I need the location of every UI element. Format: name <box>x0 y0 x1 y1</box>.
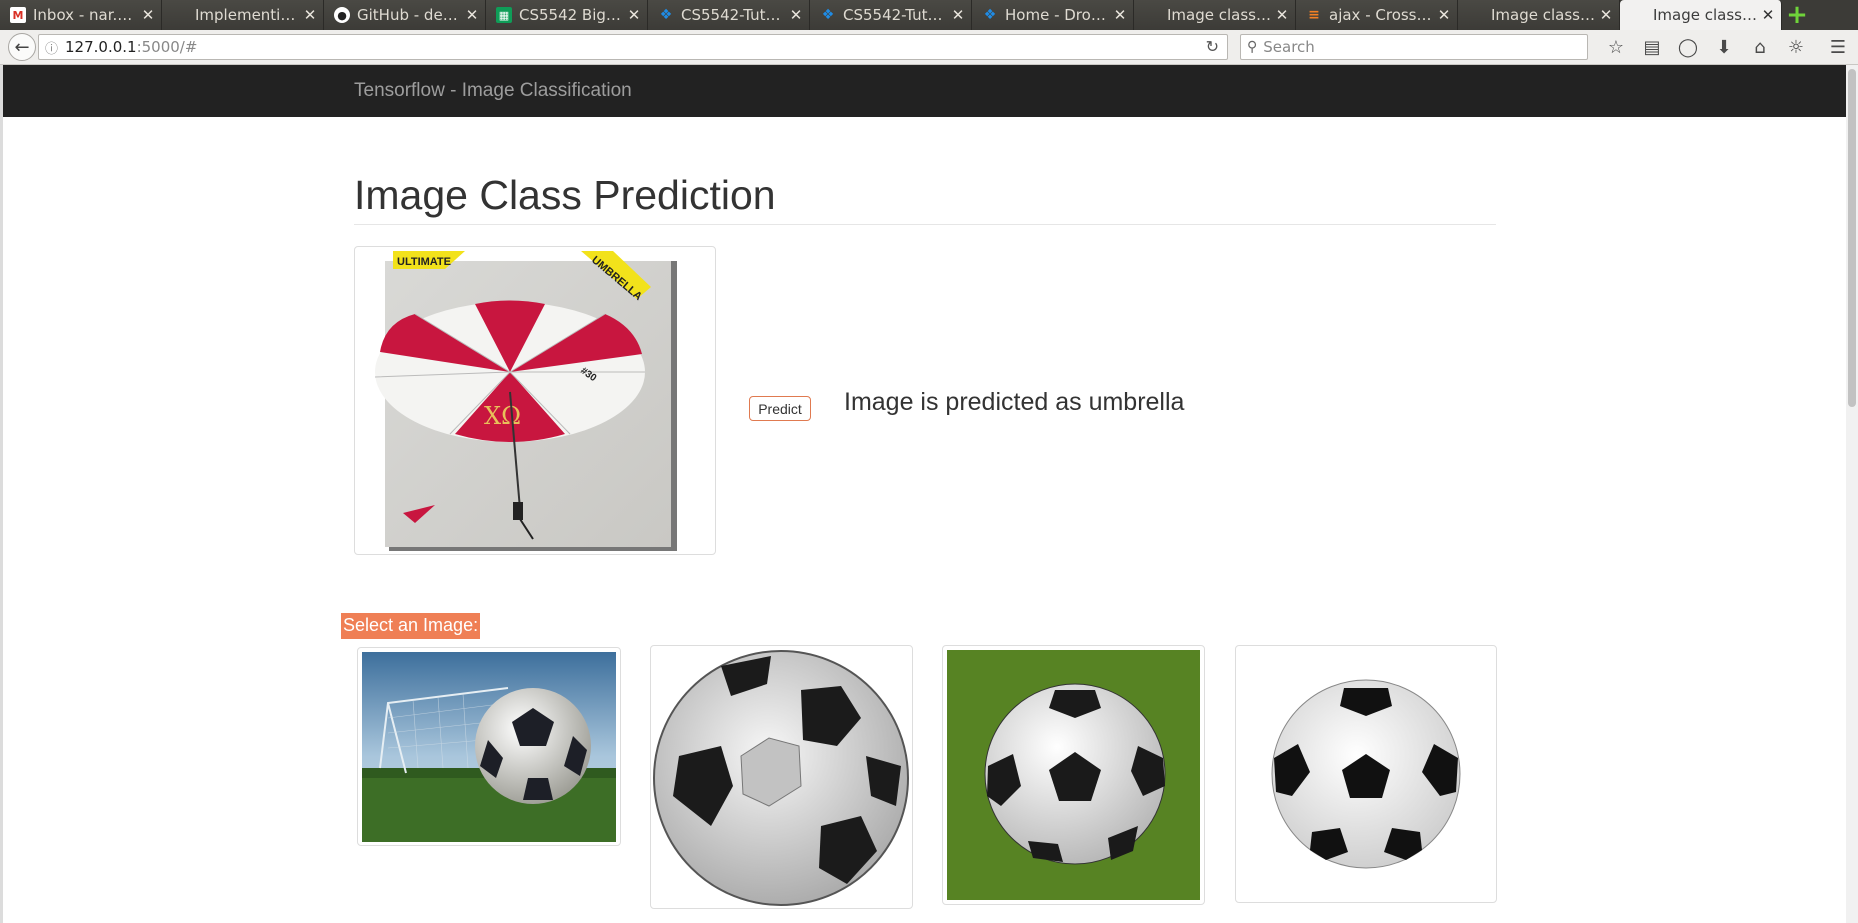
browser-tab-title: Image classifica... <box>1653 6 1757 24</box>
close-icon[interactable]: ✕ <box>465 6 479 24</box>
dropbox-icon: ❖ <box>821 7 835 23</box>
blank-page-icon <box>1144 7 1160 23</box>
browser-tab[interactable]: ≡ ajax - Cross-... ✕ <box>1296 0 1458 30</box>
pocket-icon[interactable]: ◯ <box>1670 35 1706 59</box>
gallery-thumbnail-2[interactable] <box>650 645 913 909</box>
browser-tab-title: Inbox - nar.ac... <box>33 6 137 24</box>
browser-tab[interactable]: ● GitHub - den... ✕ <box>324 0 486 30</box>
arrow-left-icon: ← <box>14 36 30 58</box>
browser-tab-title: Image classifica... <box>1491 6 1595 24</box>
download-icon[interactable]: ⬇ <box>1706 35 1742 59</box>
gallery-thumbnail-4[interactable] <box>1235 645 1497 903</box>
browser-tab-bar: MInbox - nar.ac...✕Implementing a ...✕●G… <box>0 0 1858 30</box>
site-info-icon[interactable]: ⓘ <box>45 38 65 57</box>
browser-tab[interactable]: Implementing a ...✕ <box>162 0 324 30</box>
search-placeholder: Search <box>1263 38 1315 56</box>
browser-tab[interactable]: ❖ Home - Drop... ✕ <box>972 0 1134 30</box>
page-content: Tensorflow - Image Classification Image … <box>0 65 1846 923</box>
home-icon[interactable]: ⌂ <box>1742 35 1778 59</box>
sheets-icon: ▦ <box>496 7 512 23</box>
close-icon[interactable]: ✕ <box>627 6 641 24</box>
github-icon: ● <box>334 7 350 23</box>
close-icon[interactable]: ✕ <box>789 6 803 24</box>
search-input[interactable]: ⚲ Search <box>1240 34 1588 60</box>
soccer-ball-grass-image <box>947 650 1200 900</box>
blank-page-icon <box>172 7 188 23</box>
soccer-ball-white-image <box>1271 679 1461 869</box>
gallery-thumbnail-1[interactable] <box>357 647 621 846</box>
browser-tab-title: Image classifica... <box>1167 6 1271 24</box>
stackoverflow-icon: ≡ <box>1308 7 1320 23</box>
page-scrollbar[interactable] <box>1846 65 1858 923</box>
close-icon[interactable]: ✕ <box>1113 6 1127 24</box>
reload-icon[interactable]: ↻ <box>1206 37 1219 56</box>
browser-tab-title: GitHub - den... <box>357 6 461 24</box>
site-brand[interactable]: Tensorflow - Image Classification <box>354 80 632 102</box>
dropbox-icon: ❖ <box>659 7 673 23</box>
heading-divider <box>354 224 1496 225</box>
blank-page-icon <box>1630 7 1646 23</box>
search-icon: ⚲ <box>1247 39 1258 55</box>
scrollbar-thumb[interactable] <box>1848 69 1856 407</box>
predict-button[interactable]: Predict <box>749 396 811 421</box>
browser-tab-title: ajax - Cross-... <box>1329 6 1433 24</box>
browser-tab[interactable]: Image classifica...✕ <box>1620 0 1782 30</box>
close-icon[interactable]: ✕ <box>303 6 317 24</box>
close-icon[interactable]: ✕ <box>1599 6 1613 24</box>
menu-icon[interactable]: ☰ <box>1820 35 1856 59</box>
banner-left-text: ULTIMATE <box>397 256 451 268</box>
browser-tab[interactable]: M Inbox - nar.ac...✕ <box>0 0 162 30</box>
gmail-icon: M <box>10 7 26 23</box>
browser-tab[interactable]: ❖ CS5542-Tuto... ✕ <box>810 0 972 30</box>
chat-icon[interactable]: ☼ <box>1778 35 1814 59</box>
toolbar-icons: ☆ ▤ ◯ ⬇ ⌂ ☼ ☰ <box>1598 35 1856 59</box>
soccer-goal-image <box>362 652 616 842</box>
browser-tab[interactable]: ▦ CS5542 Big D...✕ <box>486 0 648 30</box>
browser-tab-title: Implementing a ... <box>195 6 299 24</box>
prediction-result: Image is predicted as umbrella <box>844 388 1185 416</box>
gallery-thumbnail-3[interactable] <box>942 645 1205 905</box>
browser-tab[interactable]: ❖ CS5542-Tuto... ✕ <box>648 0 810 30</box>
umbrella-image: ULTIMATE UMBRELLA ΧΩ #30 <box>374 251 677 551</box>
close-icon[interactable]: ✕ <box>1275 6 1289 24</box>
umbrella-letters: ΧΩ <box>484 402 521 430</box>
browser-tab-title: CS5542-Tuto... <box>681 6 785 24</box>
close-icon[interactable]: ✕ <box>141 6 155 24</box>
browser-tab-title: CS5542 Big D... <box>519 6 623 24</box>
page-title: Image Class Prediction <box>354 172 776 218</box>
url-bar[interactable]: ⓘ 127.0.0.1:5000/# ↻ <box>38 34 1228 60</box>
site-navbar: Tensorflow - Image Classification <box>3 65 1846 117</box>
selected-image-thumbnail: ULTIMATE UMBRELLA ΧΩ #30 <box>354 246 716 555</box>
soccer-ball-image <box>653 650 909 906</box>
close-icon[interactable]: ✕ <box>1437 6 1451 24</box>
close-icon[interactable]: ✕ <box>951 6 965 24</box>
bookmark-star-icon[interactable]: ☆ <box>1598 35 1634 59</box>
blank-page-icon <box>1468 7 1484 23</box>
browser-tab-title: CS5542-Tuto... <box>843 6 947 24</box>
url-path: :5000/# <box>136 38 198 56</box>
browser-tab[interactable]: Image classifica...✕ <box>1134 0 1296 30</box>
url-host: 127.0.0.1 <box>65 38 137 56</box>
dropbox-icon: ❖ <box>983 7 997 23</box>
browser-tab[interactable]: Image classifica...✕ <box>1458 0 1620 30</box>
browser-nav-bar: ← ⓘ 127.0.0.1:5000/# ↻ ⚲ Search ☆ ▤ ◯ ⬇ … <box>0 30 1858 65</box>
back-button[interactable]: ← <box>8 33 36 61</box>
new-tab-icon[interactable]: + <box>1782 0 1812 30</box>
select-image-label: Select an Image: <box>341 613 481 639</box>
reading-list-icon[interactable]: ▤ <box>1634 35 1670 59</box>
close-icon[interactable]: ✕ <box>1761 6 1775 24</box>
browser-tab-title: Home - Drop... <box>1005 6 1109 24</box>
